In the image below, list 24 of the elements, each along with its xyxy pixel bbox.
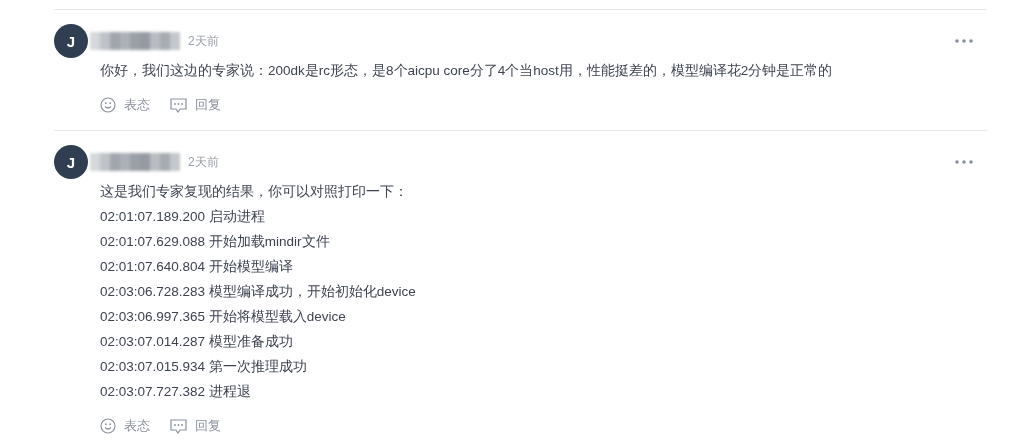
comment-text: 02:01:07.189.200 启动进程 bbox=[100, 209, 265, 224]
comment-text: 你好，我们这边的专家说：200dk是rc形态，是8个aicpu core分了4个当host用，性能挺差的，模型编译花2分钟是正常的 bbox=[100, 63, 833, 78]
more-icon[interactable] bbox=[955, 39, 973, 43]
comment-text: 02:03:07.014.287 模型准备成功 bbox=[100, 334, 293, 349]
comment-text: 02:01:07.629.088 开始加载mindir文件 bbox=[100, 234, 330, 249]
comment-text: 02:03:07.015.934 第一次推理成功 bbox=[100, 359, 307, 374]
comment-time: 2天前 bbox=[188, 153, 219, 171]
comment-icon[interactable] bbox=[170, 418, 187, 434]
smiley-icon[interactable] bbox=[100, 418, 116, 434]
action-link[interactable]: 表态 bbox=[124, 417, 150, 435]
comment-text: 02:01:07.640.804 开始模型编译 bbox=[100, 259, 293, 274]
action-link[interactable]: 回复 bbox=[195, 417, 221, 435]
action-link[interactable]: 回复 bbox=[195, 96, 221, 114]
comment-text: 02:03:06.728.283 模型编译成功，开始初始化device bbox=[100, 284, 416, 299]
smiley-icon[interactable] bbox=[100, 97, 116, 113]
comment-time: 2天前 bbox=[188, 32, 219, 50]
action-link[interactable]: 表态 bbox=[124, 96, 150, 114]
avatar[interactable]: J bbox=[54, 145, 88, 179]
comment-icon[interactable] bbox=[170, 97, 187, 113]
comment-text: 02:03:07.727.382 进程退 bbox=[100, 384, 251, 399]
avatar[interactable]: J bbox=[54, 24, 88, 58]
more-icon[interactable] bbox=[955, 160, 973, 164]
comment-text: 02:03:06.997.365 开始将模型载入device bbox=[100, 309, 346, 324]
comment-text: 这是我们专家复现的结果，你可以对照打印一下： bbox=[100, 184, 408, 199]
